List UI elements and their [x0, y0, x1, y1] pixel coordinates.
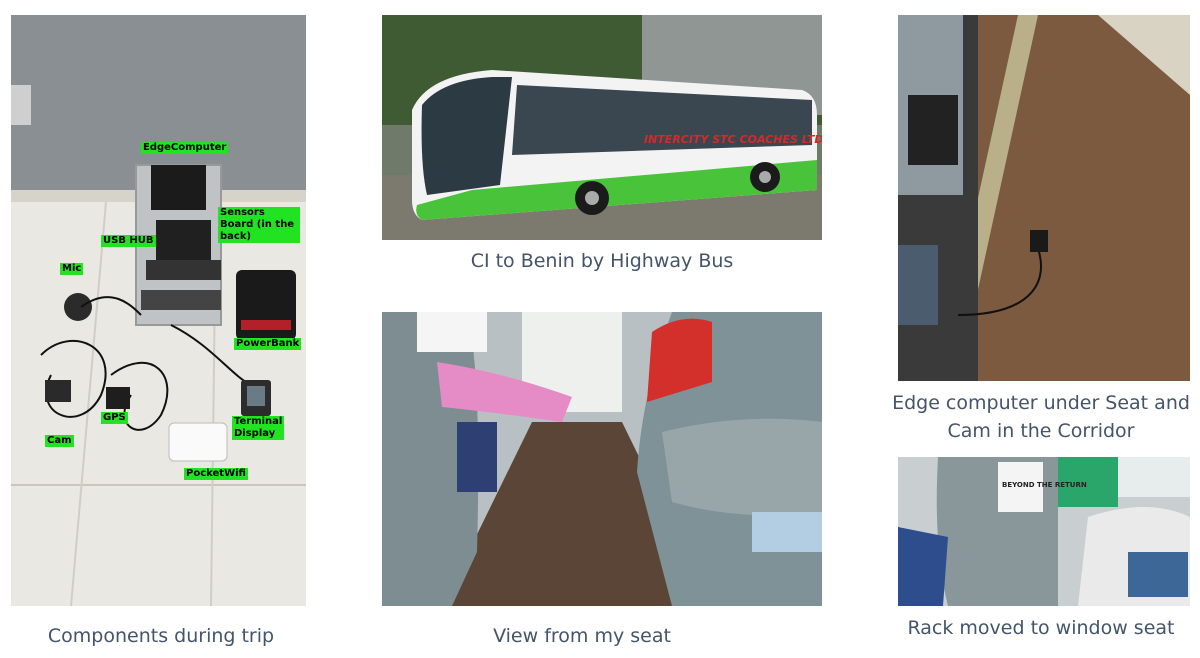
- label-mic: Mic: [60, 263, 84, 275]
- label-sensors-board: Sensors Board (in the back): [218, 207, 300, 243]
- caption-bus: CI to Benin by Highway Bus: [470, 250, 734, 272]
- components-photo: EdgeComputer Sensors Board (in the back)…: [11, 15, 306, 606]
- caption-components: Components during trip: [47, 625, 275, 647]
- bus-brand-text: INTERCITY STC COACHES LTD.: [644, 133, 822, 146]
- window-seat-sign: BEYOND THE RETURN: [1002, 481, 1087, 489]
- label-pocketwifi: PocketWifi: [184, 468, 248, 480]
- label-cam: Cam: [45, 435, 74, 447]
- label-usb-hub: USB HUB: [101, 235, 156, 247]
- corridor-photo: [898, 15, 1190, 381]
- caption-corridor: Edge computer under Seat and Cam in the …: [892, 392, 1190, 442]
- window-seat-photo: BEYOND THE RETURN: [898, 457, 1190, 606]
- label-gps: GPS: [101, 412, 128, 424]
- bus-photo: INTERCITY STC COACHES LTD.: [382, 15, 822, 240]
- seat-view-photo: [382, 312, 822, 606]
- label-edge-computer: EdgeComputer: [141, 142, 229, 154]
- caption-seat-view: View from my seat: [493, 625, 671, 647]
- label-terminal-display: Terminal Display: [232, 416, 284, 440]
- label-powerbank: PowerBank: [234, 338, 302, 350]
- caption-window-seat: Rack moved to window seat: [907, 617, 1175, 639]
